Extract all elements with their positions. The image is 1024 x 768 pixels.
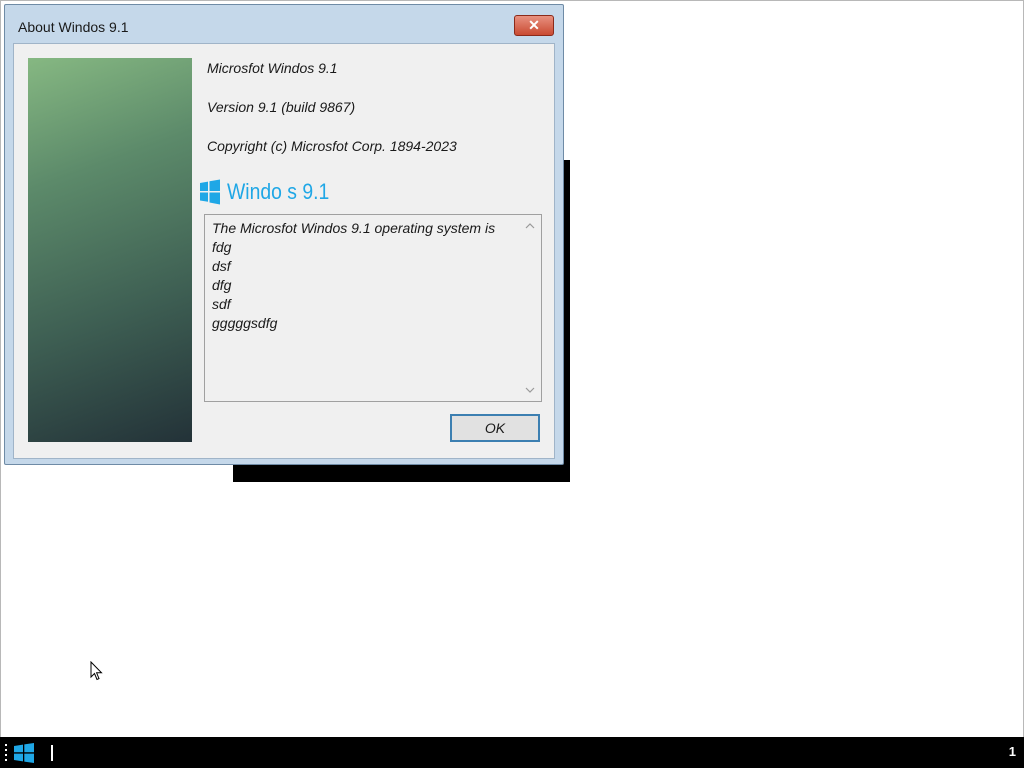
title-bar[interactable]: About Windos 9.1 ✕: [5, 5, 563, 43]
license-line: dfg: [212, 277, 232, 293]
vertical-scrollbar[interactable]: [520, 216, 540, 400]
close-icon: ✕: [528, 17, 540, 33]
license-line: fdg: [212, 239, 232, 255]
scroll-up-arrow-icon[interactable]: [520, 218, 540, 234]
license-line: gggggsdfg: [212, 315, 278, 331]
copyright-text: Copyright (c) Microsfot Corp. 1894-2023: [207, 138, 457, 154]
windows-logo: Windo s 9.1: [199, 176, 343, 208]
gradient-banner: [28, 58, 192, 442]
start-button-icon[interactable]: [13, 742, 35, 764]
product-name: Microsfot Windos 9.1: [207, 60, 338, 76]
scroll-down-arrow-icon[interactable]: [520, 382, 540, 398]
taskbar-separator: [51, 745, 53, 761]
about-dialog: About Windos 9.1 ✕ Microsfot Windos 9.1 …: [4, 4, 564, 465]
license-textbox[interactable]: The Microsfot Windos 9.1 operating syste…: [204, 214, 542, 402]
license-line: sdf: [212, 296, 231, 312]
taskbar-grip-icon[interactable]: [5, 743, 9, 763]
mouse-pointer-icon: [90, 661, 103, 681]
windows-flag-icon: [200, 179, 220, 205]
version-text: Version 9.1 (build 9867): [207, 99, 356, 115]
license-text: The Microsfot Windos 9.1 operating syste…: [212, 219, 517, 333]
close-button[interactable]: ✕: [514, 15, 554, 36]
taskbar: 1: [0, 737, 1024, 768]
dialog-title: About Windos 9.1: [18, 19, 129, 35]
license-line: dsf: [212, 258, 231, 274]
dialog-body: Microsfot Windos 9.1 Version 9.1 (build …: [13, 43, 555, 459]
license-line: The Microsfot Windos 9.1 operating syste…: [212, 220, 496, 236]
logo-text: Windo s 9.1: [227, 179, 330, 204]
tray-indicator: 1: [1008, 744, 1016, 759]
ok-button[interactable]: OK: [450, 414, 540, 442]
